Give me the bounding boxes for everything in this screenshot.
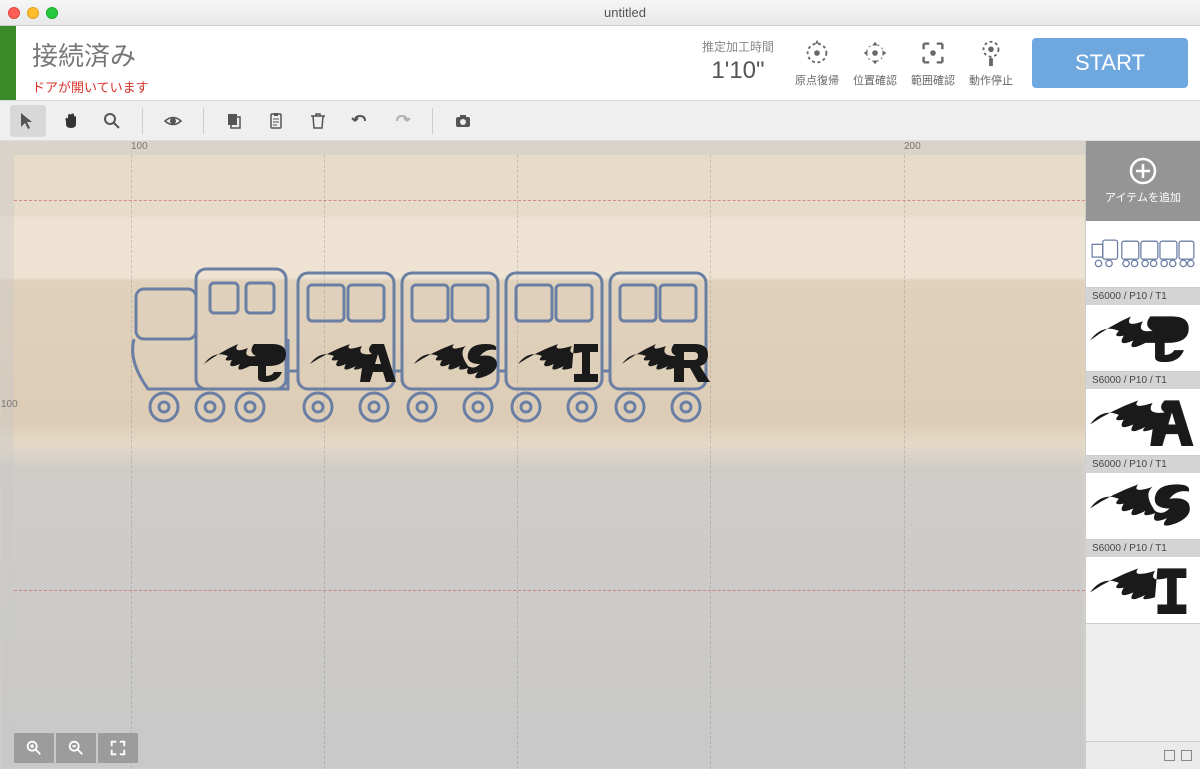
- add-item-label: アイテムを追加: [1105, 189, 1181, 205]
- stop-label: 動作停止: [969, 72, 1013, 88]
- select-tool[interactable]: [10, 105, 46, 137]
- guide-line: [14, 590, 1085, 591]
- grid-line: [131, 155, 132, 769]
- plus-circle-icon: [1129, 157, 1157, 185]
- canvas-object-flame-r[interactable]: [622, 342, 710, 382]
- delete-tool[interactable]: [300, 105, 336, 137]
- status-indicator-bar: [0, 26, 16, 100]
- grid-line: [904, 155, 905, 769]
- connection-status: 接続済み: [32, 36, 149, 73]
- door-warning: ドアが開いています: [32, 77, 149, 96]
- item-params: S6000 / P10 / T1: [1086, 372, 1200, 389]
- zoom-out-button[interactable]: [56, 733, 96, 763]
- estimate-time: 1'10": [702, 57, 774, 85]
- canvas-background: [0, 141, 1085, 769]
- origin-return-icon: [801, 38, 833, 68]
- grid-line: [710, 155, 711, 769]
- range-check-button[interactable]: 範囲確認: [904, 26, 962, 100]
- window-close-button[interactable]: [8, 7, 20, 19]
- zoom-in-button[interactable]: [14, 733, 54, 763]
- item-params: S6000 / P10 / T1: [1086, 540, 1200, 557]
- eye-icon: [163, 111, 183, 131]
- sidebar-item-train[interactable]: [1086, 221, 1200, 288]
- paste-tool[interactable]: [258, 105, 294, 137]
- redo-icon: [392, 111, 412, 131]
- canvas-object-flame-j[interactable]: [204, 342, 292, 382]
- copy-icon: [224, 111, 244, 131]
- sidebar-footer: [1086, 741, 1200, 769]
- preview-tool[interactable]: [155, 105, 191, 137]
- stop-icon: [975, 38, 1007, 68]
- header: 接続済み ドアが開いています 推定加工時間 1'10" 原点復帰 位置確認 範囲…: [0, 26, 1200, 101]
- sidebar: アイテムを追加 S6000 / P10 / T1 S6000 / P10 / T…: [1085, 141, 1200, 769]
- ruler-vertical: 100: [0, 155, 14, 769]
- ruler-tick: 200: [904, 141, 921, 152]
- camera-icon: [453, 111, 473, 131]
- grid-line: [517, 155, 518, 769]
- position-check-button[interactable]: 位置確認: [846, 26, 904, 100]
- item-params: S6000 / P10 / T1: [1086, 288, 1200, 305]
- zoom-tool[interactable]: [94, 105, 130, 137]
- origin-return-button[interactable]: 原点復帰: [788, 26, 846, 100]
- start-button[interactable]: START: [1032, 38, 1188, 88]
- sidebar-item-flame-s[interactable]: S6000 / P10 / T1: [1086, 456, 1200, 540]
- estimate-label: 推定加工時間: [702, 38, 774, 55]
- layout-toggle-1[interactable]: [1164, 750, 1175, 761]
- estimate-block: 推定加工時間 1'10": [688, 26, 788, 100]
- canvas-object-flame-i[interactable]: [518, 342, 606, 382]
- sidebar-item-flame-i[interactable]: S6000 / P10 / T1: [1086, 540, 1200, 624]
- canvas-object-flame-s[interactable]: [414, 342, 502, 382]
- trash-icon: [308, 111, 328, 131]
- canvas-object-flame-a[interactable]: [310, 342, 398, 382]
- position-check-icon: [859, 38, 891, 68]
- copy-tool[interactable]: [216, 105, 252, 137]
- window-title: untitled: [58, 5, 1192, 20]
- undo-icon: [350, 111, 370, 131]
- window-maximize-button[interactable]: [46, 7, 58, 19]
- fit-screen-button[interactable]: [98, 733, 138, 763]
- hand-icon: [60, 111, 80, 131]
- layout-toggle-2[interactable]: [1181, 750, 1192, 761]
- zoom-controls: [14, 733, 138, 763]
- redo-tool[interactable]: [384, 105, 420, 137]
- sidebar-item-flame-a[interactable]: S6000 / P10 / T1: [1086, 372, 1200, 456]
- range-check-label: 範囲確認: [911, 72, 955, 88]
- position-check-label: 位置確認: [853, 72, 897, 88]
- cursor-icon: [18, 111, 38, 131]
- sidebar-item-flame-j[interactable]: S6000 / P10 / T1: [1086, 288, 1200, 372]
- window-minimize-button[interactable]: [27, 7, 39, 19]
- ruler-horizontal: 100 200: [0, 141, 1085, 155]
- add-item-button[interactable]: アイテムを追加: [1086, 141, 1200, 221]
- stop-button[interactable]: 動作停止: [962, 26, 1020, 100]
- undo-tool[interactable]: [342, 105, 378, 137]
- pan-tool[interactable]: [52, 105, 88, 137]
- magnifier-icon: [102, 111, 122, 131]
- range-check-icon: [917, 38, 949, 68]
- camera-tool[interactable]: [445, 105, 481, 137]
- item-params: S6000 / P10 / T1: [1086, 456, 1200, 473]
- guide-line: [14, 200, 1085, 201]
- toolbar: [0, 101, 1200, 141]
- grid-line: [324, 155, 325, 769]
- paste-icon: [266, 111, 286, 131]
- origin-return-label: 原点復帰: [795, 72, 839, 88]
- titlebar: untitled: [0, 0, 1200, 26]
- ruler-tick: 100: [131, 141, 148, 152]
- ruler-tick: 100: [1, 399, 18, 410]
- canvas[interactable]: 100 200 100: [0, 141, 1085, 769]
- train-thumbnail-icon: [1090, 238, 1196, 270]
